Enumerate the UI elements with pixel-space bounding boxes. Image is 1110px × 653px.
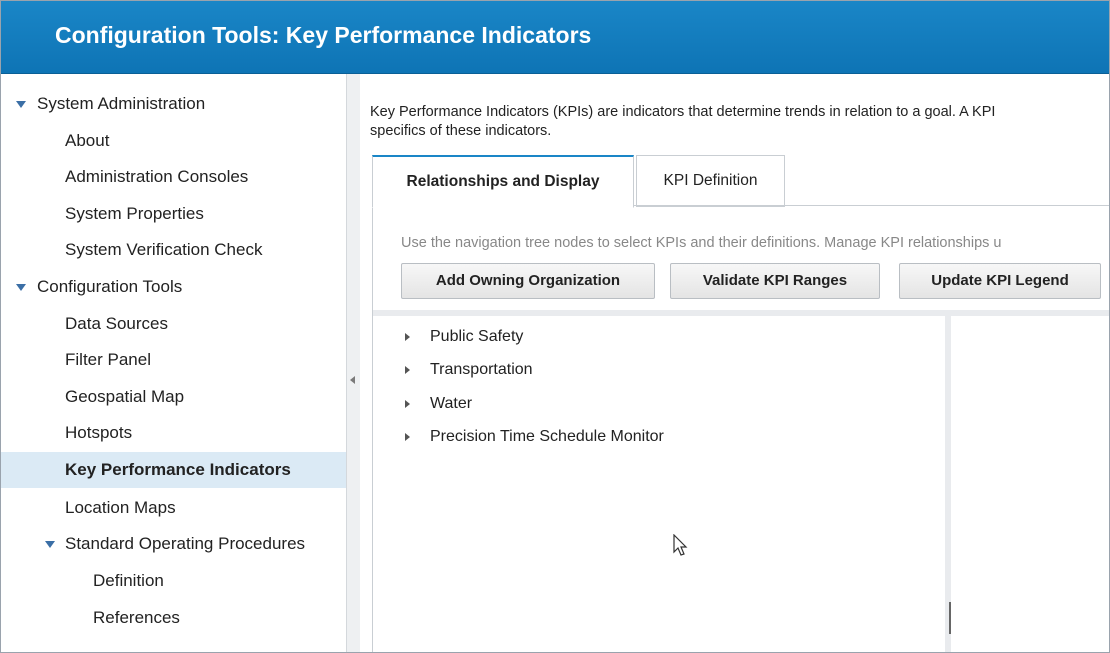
sidebar-item-administration-consoles[interactable]: Administration Consoles xyxy=(1,160,346,194)
sidebar-item-label: About xyxy=(65,131,110,150)
sidebar-item-location-maps[interactable]: Location Maps xyxy=(1,491,346,525)
validate-kpi-ranges-button[interactable]: Validate KPI Ranges xyxy=(670,263,880,299)
intro-text: Key Performance Indicators (KPIs) are in… xyxy=(370,103,1109,141)
sidebar-item-definition[interactable]: Definition xyxy=(1,564,346,598)
sidebar-item-label: Key Performance Indicators xyxy=(65,460,291,479)
sidebar-item-label: Administration Consoles xyxy=(65,167,249,186)
sidebar-item-label: References xyxy=(93,608,180,627)
collapse-splitter-icon[interactable] xyxy=(350,376,355,384)
kpi-tree-area: Public Safety Transportation Water Preci… xyxy=(373,310,1109,652)
app-window: Configuration Tools: Key Performance Ind… xyxy=(0,0,1110,653)
sidebar-item-label: Location Maps xyxy=(65,498,176,517)
tree-expand-icon[interactable] xyxy=(405,333,410,341)
page-header: Configuration Tools: Key Performance Ind… xyxy=(1,1,1109,74)
sidebar-item-label: Definition xyxy=(93,571,164,590)
tree-expand-icon[interactable] xyxy=(405,433,410,441)
kpi-tree-pane: Public Safety Transportation Water Preci… xyxy=(373,316,951,652)
nav-group-system-administration[interactable]: System Administration xyxy=(1,87,346,121)
sidebar-item-label: Filter Panel xyxy=(65,350,151,369)
page-title: Configuration Tools: Key Performance Ind… xyxy=(55,22,592,48)
tree-expand-icon[interactable] xyxy=(405,366,410,374)
sidebar-item-about[interactable]: About xyxy=(1,124,346,158)
sidebar-item-label: System Verification Check xyxy=(65,240,263,259)
tree-expand-icon[interactable] xyxy=(405,400,410,408)
sidebar-item-label: Geospatial Map xyxy=(65,387,185,406)
expand-caret-icon[interactable] xyxy=(16,284,26,291)
sidebar-item-standard-operating-procedures[interactable]: Standard Operating Procedures xyxy=(1,527,346,561)
sidebar-splitter[interactable] xyxy=(346,74,361,652)
tree-node-label: Water xyxy=(430,395,473,412)
sidebar-item-key-performance-indicators[interactable]: Key Performance Indicators xyxy=(1,452,346,488)
tree-node-label: Transportation xyxy=(430,361,533,378)
sidebar-item-label: System Properties xyxy=(65,204,204,223)
sidebar-item-system-verification-check[interactable]: System Verification Check xyxy=(1,233,346,267)
add-owning-organization-button[interactable]: Add Owning Organization xyxy=(401,263,655,299)
panel-help-text: Use the navigation tree nodes to select … xyxy=(401,235,1002,251)
expand-caret-icon[interactable] xyxy=(45,541,55,548)
tab-kpi-definition[interactable]: KPI Definition xyxy=(636,155,785,207)
tree-node-label: Precision Time Schedule Monitor xyxy=(430,428,664,445)
sidebar-item-data-sources[interactable]: Data Sources xyxy=(1,307,346,341)
tab-panel: Use the navigation tree nodes to select … xyxy=(372,205,1109,652)
nav-group-configuration-tools[interactable]: Configuration Tools xyxy=(1,270,346,304)
sidebar-item-geospatial-map[interactable]: Geospatial Map xyxy=(1,380,346,414)
mouse-pointer-icon xyxy=(673,534,688,556)
tab-relationships-and-display[interactable]: Relationships and Display xyxy=(372,155,634,208)
sidebar-item-filter-panel[interactable]: Filter Panel xyxy=(1,343,346,377)
sidebar-item-hotspots[interactable]: Hotspots xyxy=(1,416,346,450)
nav-group-label: System Administration xyxy=(37,94,206,113)
intro-line: specifics of these indicators. xyxy=(370,123,552,139)
update-kpi-legend-button[interactable]: Update KPI Legend xyxy=(899,263,1101,299)
navigation-sidebar: System Administration About Administrati… xyxy=(1,74,346,652)
sidebar-item-label: Data Sources xyxy=(65,314,168,333)
pane-scrollbar[interactable] xyxy=(949,602,951,634)
sidebar-item-label: Hotspots xyxy=(65,423,133,442)
expand-caret-icon[interactable] xyxy=(16,101,26,108)
tree-node-label: Public Safety xyxy=(430,328,524,345)
intro-line: Key Performance Indicators (KPIs) are in… xyxy=(370,104,996,120)
nav-group-label: Configuration Tools xyxy=(37,277,183,296)
sidebar-item-label: Standard Operating Procedures xyxy=(65,534,306,553)
sidebar-item-system-properties[interactable]: System Properties xyxy=(1,197,346,231)
sidebar-item-references[interactable]: References xyxy=(1,601,346,635)
main-content: Key Performance Indicators (KPIs) are in… xyxy=(360,74,1109,652)
